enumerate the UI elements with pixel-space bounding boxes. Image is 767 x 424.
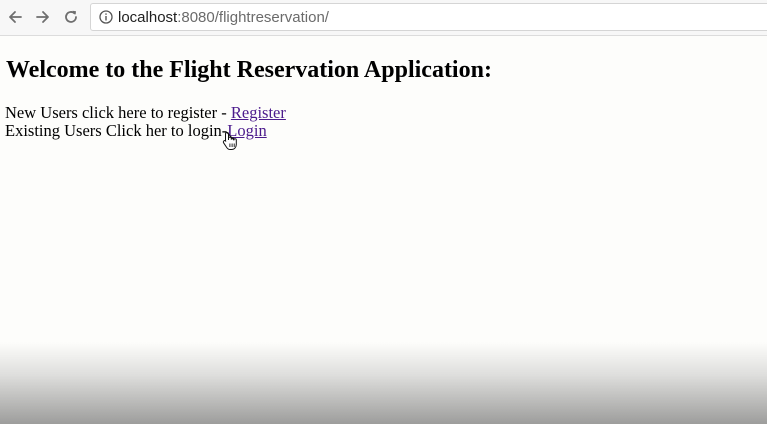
register-prefix: New Users click here to register - — [5, 103, 231, 122]
page-content: Welcome to the Flight Reservation Applic… — [0, 37, 767, 424]
register-line: New Users click here to register - Regis… — [5, 104, 286, 122]
reload-button[interactable] — [59, 5, 83, 29]
reload-icon — [65, 10, 77, 23]
url-host: localhost — [118, 9, 178, 26]
back-button[interactable] — [3, 5, 27, 29]
browser-toolbar: localhost:8080/flightreservation/ — [0, 0, 767, 36]
forward-button[interactable] — [31, 5, 55, 29]
arrow-left-icon — [9, 11, 22, 23]
info-icon[interactable] — [99, 10, 113, 24]
arrow-right-icon — [36, 11, 49, 23]
url-text[interactable]: localhost:8080/flightreservation/ — [118, 9, 329, 27]
url-path: :8080/flightreservation/ — [177, 9, 329, 26]
address-bar[interactable]: localhost:8080/flightreservation/ — [90, 3, 767, 31]
login-prefix: Existing Users Click her to login- — [5, 121, 228, 140]
page-title: Welcome to the Flight Reservation Applic… — [6, 57, 492, 83]
hand-cursor-icon — [222, 132, 237, 150]
register-link[interactable]: Register — [231, 103, 286, 122]
